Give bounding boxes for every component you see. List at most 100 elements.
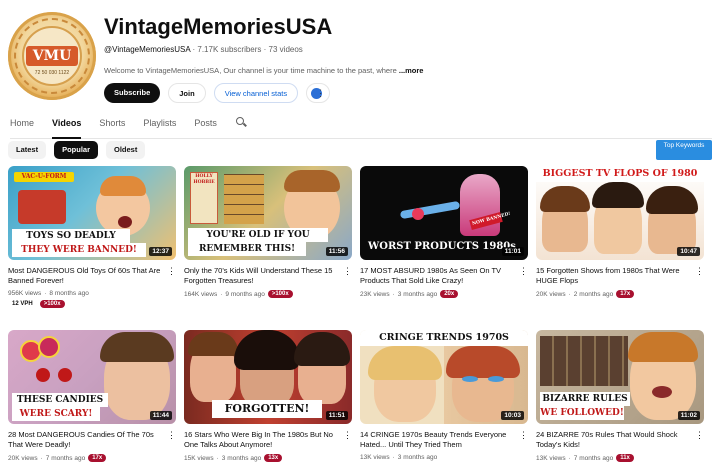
view-count: 15K views [184,454,214,462]
outlier-badge: 17x [616,290,635,298]
video-menu-icon[interactable]: ⋮ [695,430,704,440]
meta-separator: · [392,290,395,298]
video-title[interactable]: 16 Stars Who Were Big In The 1980s But N… [184,430,352,450]
meta-separator: · [220,290,223,298]
search-handle [242,122,247,127]
tab-videos[interactable]: Videos [52,117,82,139]
thumbnail-caption-2: WERE SCARY! [19,409,93,419]
meta-separator: · [192,45,196,54]
tab-posts[interactable]: Posts [194,117,217,139]
video-title[interactable]: 15 Forgotten Shows from 1980s That Were … [536,266,704,286]
video-card[interactable]: THESE CANDIES WERE SCARY! 11:44 28 Most … [8,330,176,462]
description-text: Welcome to VintageMemoriesUSA, Our chann… [104,66,397,75]
video-duration: 10:47 [677,247,700,256]
tab-shorts[interactable]: Shorts [99,117,125,139]
video-duration: 11:56 [325,247,348,256]
channel-avatar[interactable]: VMU 72 50 030 1122 [8,12,96,100]
video-duration: 11:51 [325,411,348,420]
video-menu-icon[interactable]: ⋮ [519,430,528,440]
search-icon[interactable] [235,117,247,129]
upload-age: 3 months ago [397,454,438,461]
filter-latest[interactable]: Latest [8,141,47,159]
video-card[interactable]: CRINGE TRENDS 1970S 10:03 14 CRINGE 1970… [360,330,528,461]
more-link[interactable]: ...more [399,66,424,75]
video-stats-row: 12 VPH >100x [8,300,176,308]
view-channel-stats-button[interactable]: View channel stats [213,83,299,103]
join-button[interactable]: Join [168,83,206,103]
video-duration: 11:02 [677,411,700,420]
video-menu-icon[interactable]: ⋮ [519,266,528,276]
thumbnail-brand-text: HOLLY HOBBIE [193,174,215,185]
thumbnail-caption-1: THESE CANDIES [16,395,104,405]
video-meta: 20K views · 7 months ago 17x [8,454,176,462]
video-menu-icon[interactable]: ⋮ [167,266,176,276]
video-thumbnail[interactable]: FORGOTTEN! 11:51 [184,330,352,424]
sort-filters: Latest Popular Oldest [8,141,146,159]
channel-info: VintageMemoriesUSA @VintageMemoriesUSA ·… [104,12,704,75]
thumbnail-caption-2: WE FOLLOWED! [540,408,624,418]
channel-handle[interactable]: @VintageMemoriesUSA [104,45,190,54]
video-card[interactable]: HOLLY HOBBIE YOU'RE OLD IF YOU REMEMBER … [184,166,352,298]
video-card[interactable]: BIGGEST TV FLOPS OF 1980 10:47 15 Forgot… [536,166,704,298]
meta-separator: · [392,454,395,461]
video-meta: 23K views · 3 months ago 20x [360,290,528,298]
filter-oldest[interactable]: Oldest [106,141,146,159]
tab-playlists[interactable]: Playlists [143,117,176,139]
channel-name: VintageMemoriesUSA [104,14,333,39]
tab-home[interactable]: Home [10,117,34,139]
avatar-monogram: VMU [32,48,72,64]
video-card[interactable]: VAC-U-FORM TOYS SO DEADLY THEY WERE BANN… [8,166,176,308]
view-count: 13K views [360,454,390,461]
view-count: 13K views [536,454,566,462]
video-thumbnail[interactable]: THESE CANDIES WERE SCARY! 11:44 [8,330,176,424]
video-menu-icon[interactable]: ⋮ [167,430,176,440]
video-menu-icon[interactable]: ⋮ [343,430,352,440]
meta-separator: · [568,290,571,298]
top-keywords-button[interactable]: Top Keywords [656,140,712,160]
upload-age: 3 months ago [397,290,438,298]
avatar-years: 72 50 030 1122 [34,70,70,76]
video-thumbnail[interactable]: VAC-U-FORM TOYS SO DEADLY THEY WERE BANN… [8,166,176,260]
video-menu-icon[interactable]: ⋮ [695,266,704,276]
upload-age: 7 months ago [573,454,614,462]
video-card[interactable]: BIZARRE RULES WE FOLLOWED! 11:02 24 BIZA… [536,330,704,462]
thumbnail-caption-2: REMEMBER THIS! [198,244,296,254]
thumbnail-caption-1: YOU'RE OLD IF YOU [206,230,310,240]
thumbnail-caption-1: CRINGE TRENDS 1970S [379,332,509,343]
video-meta: 20K views · 2 months ago 17x [536,290,704,298]
video-thumbnail[interactable]: BIZARRE RULES WE FOLLOWED! 11:02 [536,330,704,424]
video-title[interactable]: Only the 70's Kids Will Understand These… [184,266,352,286]
subscribe-button[interactable]: Subscribe [104,83,161,103]
video-thumbnail[interactable]: BIGGEST TV FLOPS OF 1980 10:47 [536,166,704,260]
video-duration: 10:03 [501,411,524,420]
video-title[interactable]: Most DANGEROUS Old Toys Of 60s That Are … [8,266,176,286]
more-vert-icon: ⋮ [316,88,326,98]
video-meta: 164K views · 9 months ago >100x [184,290,352,298]
video-title[interactable]: 28 Most DANGEROUS Candies Of The 70s Tha… [8,430,176,450]
view-count: 20K views [536,290,566,298]
extension-menu-button[interactable]: ⋮ [306,83,331,103]
video-menu-icon[interactable]: ⋮ [343,266,352,276]
video-thumbnail[interactable]: HOLLY HOBBIE YOU'RE OLD IF YOU REMEMBER … [184,166,352,260]
video-title[interactable]: 24 BIZARRE 70s Rules That Would Shock To… [536,430,704,450]
video-thumbnail[interactable]: CRINGE TRENDS 1970S 10:03 [360,330,528,424]
video-card[interactable]: FORGOTTEN! 11:51 16 Stars Who Were Big I… [184,330,352,462]
video-title[interactable]: 17 MOST ABSURD 1980s As Seen On TV Produ… [360,266,528,286]
vph-badge: 12 VPH [8,300,37,308]
video-duration: 12:37 [149,247,172,256]
outlier-badge: >100x [267,290,293,298]
filter-popular[interactable]: Popular [54,141,99,159]
channel-tabs: Home Videos Shorts Playlists Posts [10,117,712,139]
video-thumbnail[interactable]: NOW BANNED! WORST PRODUCTS 1980s 11:01 [360,166,528,260]
video-meta: 13K views · 7 months ago 11x [536,454,704,462]
upload-age: 7 months ago [45,454,86,462]
video-count: 73 videos [268,45,303,54]
video-card[interactable]: NOW BANNED! WORST PRODUCTS 1980s 11:01 1… [360,166,528,298]
upload-age: 8 months ago [49,290,89,297]
thumbnail-caption-1: BIZARRE RULES [542,394,628,404]
channel-description[interactable]: Welcome to VintageMemoriesUSA, Our chann… [104,66,704,75]
thumbnail-caption-1: TOYS SO DEADLY [26,231,116,241]
outlier-badge: 13x [264,454,283,462]
meta-separator: · [263,45,267,54]
video-title[interactable]: 14 CRINGE 1970s Beauty Trends Everyone H… [360,430,528,450]
